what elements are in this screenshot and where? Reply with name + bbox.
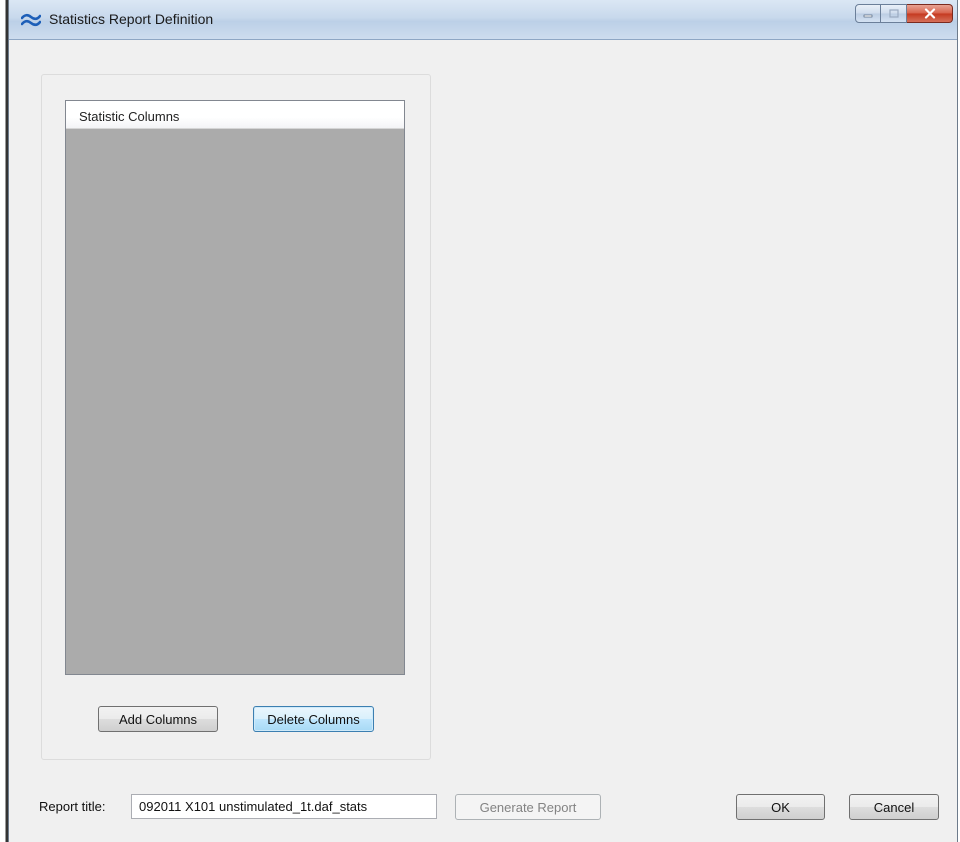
title-bar[interactable]: Statistics Report Definition (9, 0, 957, 40)
generate-report-button[interactable]: Generate Report (455, 794, 601, 820)
desktop-edge (0, 0, 8, 842)
wave-icon (21, 13, 41, 27)
close-button[interactable] (907, 4, 953, 23)
cancel-button[interactable]: Cancel (849, 794, 939, 820)
report-title-input[interactable] (131, 794, 437, 819)
statistic-columns-list[interactable]: Statistic Columns (65, 100, 405, 675)
delete-columns-button[interactable]: Delete Columns (253, 706, 374, 732)
minimize-button[interactable] (855, 4, 881, 23)
list-column-header-label: Statistic Columns (79, 109, 180, 124)
maximize-button[interactable] (881, 4, 907, 23)
report-title-label: Report title: (39, 799, 106, 814)
ok-button[interactable]: OK (736, 794, 825, 820)
window-title: Statistics Report Definition (49, 11, 214, 27)
close-icon (924, 8, 935, 19)
maximize-icon (888, 9, 899, 18)
list-column-header[interactable]: Statistic Columns (66, 101, 404, 129)
add-columns-button[interactable]: Add Columns (98, 706, 218, 732)
window-controls (855, 4, 953, 24)
dialog-window: Statistics Report Definition Statistic C… (8, 0, 958, 842)
minimize-icon (863, 14, 873, 17)
